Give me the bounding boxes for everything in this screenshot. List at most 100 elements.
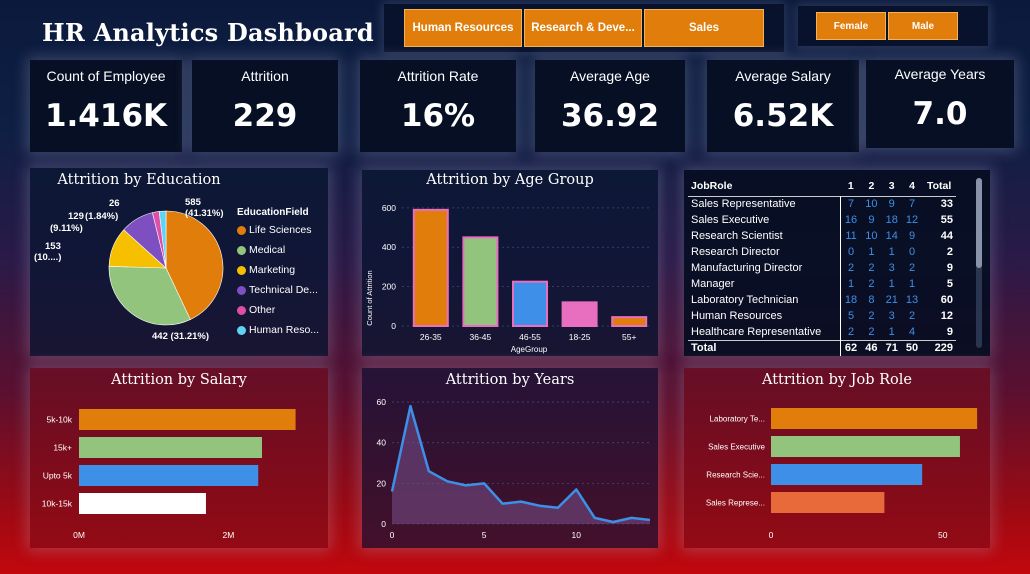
bar-age-26-35[interactable] bbox=[412, 208, 449, 327]
bar-jobrole-laboratory-te-[interactable] bbox=[771, 408, 978, 429]
legend-item-marketing[interactable]: Marketing bbox=[237, 264, 295, 276]
matrix-row[interactable]: Healthcare Representative 2 2 1 4 9 bbox=[688, 324, 956, 340]
y-tick-label: 0 bbox=[381, 519, 386, 529]
matrix-cell: 55 bbox=[940, 214, 953, 226]
y-tick-label: 400 bbox=[382, 242, 396, 252]
kpi-value: 1.416K bbox=[44, 98, 168, 134]
pie-label-technical-value: 129 bbox=[68, 211, 84, 222]
matrix-row[interactable]: Sales Representative 7 10 9 7 33 bbox=[688, 196, 956, 212]
legend-item-other[interactable]: Other bbox=[237, 304, 275, 316]
kpi-value: 7.0 bbox=[912, 96, 968, 132]
salary-bar-chart: 5k-10k 15k+ Upto 5k 10k-15k 0M 2M bbox=[42, 409, 296, 540]
matrix-cell: 7 bbox=[839, 196, 862, 212]
matrix-cell: 9 bbox=[946, 262, 953, 274]
bar-age-18-25[interactable] bbox=[561, 301, 598, 328]
matrix-cell: 10 bbox=[865, 230, 878, 242]
matrix-cell: 9 bbox=[946, 325, 953, 338]
matrix-cell: 5 bbox=[946, 278, 953, 290]
matrix-cell: 9 bbox=[868, 214, 875, 226]
slicer-sales[interactable]: Sales bbox=[644, 9, 764, 47]
matrix-row[interactable]: Research Director 0 1 1 0 2 bbox=[688, 244, 956, 260]
y-axis-label: Count of Attrition bbox=[365, 270, 374, 325]
years-area-fill bbox=[392, 406, 650, 524]
kpi-card-average-salary: Average Salary 6.52K bbox=[707, 60, 859, 152]
bar-age-46-55[interactable] bbox=[512, 280, 548, 327]
matrix-cell: 11 bbox=[839, 228, 862, 244]
slicer-male[interactable]: Male bbox=[888, 12, 958, 40]
legend-item-life-sciences[interactable]: Life Sciences bbox=[237, 224, 311, 236]
matrix-cell: 1 bbox=[888, 246, 895, 258]
bar-salary-upto-5k[interactable] bbox=[79, 465, 259, 486]
matrix-cell: 1 bbox=[888, 325, 895, 338]
matrix-cell: 8 bbox=[868, 294, 875, 306]
matrix-row[interactable]: Laboratory Technician 18 8 21 13 60 bbox=[688, 292, 956, 308]
legend-label: Human Reso... bbox=[249, 324, 320, 336]
matrix-row[interactable]: Manufacturing Director 2 2 3 2 9 bbox=[688, 260, 956, 276]
slicer-research-development[interactable]: Research & Deve... bbox=[524, 9, 642, 47]
y-tick-label: 0 bbox=[391, 321, 396, 331]
jobrole-chart-card: Attrition by Job Role Laboratory Te... Sa… bbox=[684, 368, 990, 548]
x-tick-label: 5 bbox=[482, 530, 487, 540]
matrix-header-jobrole[interactable]: JobRole bbox=[688, 176, 840, 196]
matrix-row-label: Human Resources bbox=[691, 310, 783, 322]
matrix-cell: 5 bbox=[839, 308, 862, 324]
scrollbar-thumb[interactable] bbox=[976, 178, 982, 268]
legend-label: Other bbox=[249, 304, 276, 316]
matrix-cell: 9 bbox=[908, 230, 916, 242]
legend-dot-icon bbox=[237, 325, 246, 335]
kpi-label: Count of Employee bbox=[46, 68, 166, 84]
matrix-cell: 2 bbox=[908, 310, 916, 322]
matrix-total-cell: 229 bbox=[934, 342, 953, 355]
y-category-label: Laboratory Te... bbox=[710, 415, 765, 424]
y-category-label: Upto 5k bbox=[43, 471, 73, 481]
matrix-total-cell: 50 bbox=[905, 342, 919, 355]
kpi-label: Average Salary bbox=[735, 68, 831, 84]
matrix-row[interactable]: Manager 1 2 1 1 5 bbox=[688, 276, 956, 292]
matrix-row[interactable]: Sales Executive 16 9 18 12 55 bbox=[688, 212, 956, 228]
pie-label-human-resources: 26 bbox=[109, 198, 120, 209]
slicer-human-resources[interactable]: Human Resources bbox=[404, 9, 522, 47]
matrix-total-row: Total 62 46 71 50 229 bbox=[688, 340, 956, 356]
x-tick-label: 0 bbox=[390, 530, 395, 540]
legend-dot-icon bbox=[237, 285, 246, 295]
matrix-header-2: 2 bbox=[868, 179, 875, 192]
bar-salary-15k-[interactable] bbox=[79, 437, 262, 458]
jobrole-bar-chart: Laboratory Te... Sales Executive Research … bbox=[706, 408, 978, 540]
y-category-label: Research Scie... bbox=[706, 471, 765, 480]
x-tick-label: 18-25 bbox=[569, 332, 591, 342]
bar-salary-5k-10k[interactable] bbox=[79, 409, 296, 430]
bar-age-55+[interactable] bbox=[611, 316, 648, 327]
slicer-female[interactable]: Female bbox=[816, 12, 886, 40]
bar-age-36-45[interactable] bbox=[462, 236, 499, 327]
matrix-row-label: Manufacturing Director bbox=[691, 262, 803, 274]
bar-jobrole-research-scie-[interactable] bbox=[771, 464, 923, 485]
bar-jobrole-sales-executive[interactable] bbox=[771, 436, 960, 457]
matrix-row-label: Healthcare Representative bbox=[691, 325, 822, 338]
legend-dot-icon bbox=[237, 305, 246, 315]
kpi-card-attrition-rate: Attrition Rate 16% bbox=[360, 60, 516, 152]
matrix-total-label: Total bbox=[691, 342, 717, 355]
matrix-row[interactable]: Human Resources 5 2 3 2 12 bbox=[688, 308, 956, 324]
matrix-cell: 44 bbox=[940, 230, 953, 242]
jobrole-matrix: JobRole 1 2 3 4 Total Sales Representati… bbox=[688, 176, 956, 356]
matrix-cell: 1 bbox=[888, 278, 895, 290]
legend-label: Marketing bbox=[249, 264, 296, 276]
matrix-cell: 10 bbox=[865, 198, 878, 211]
kpi-value: 6.52K bbox=[732, 98, 834, 134]
legend-item-technical-degree[interactable]: Technical De... bbox=[237, 284, 318, 296]
matrix-scrollbar[interactable] bbox=[976, 178, 982, 348]
matrix-row-label: Sales Representative bbox=[691, 198, 796, 211]
matrix-cell: 12 bbox=[940, 310, 953, 322]
matrix-header-1: 1 bbox=[847, 179, 854, 192]
matrix-header-3: 3 bbox=[888, 179, 895, 192]
matrix-cell: 1 bbox=[839, 276, 862, 292]
matrix-row[interactable]: Research Scientist 11 10 14 9 44 bbox=[688, 228, 956, 244]
matrix-header-4: 4 bbox=[909, 179, 915, 192]
bar-salary-10k-15k[interactable] bbox=[79, 493, 206, 514]
matrix-row-label: Research Scientist bbox=[691, 230, 783, 242]
matrix-cell: 60 bbox=[940, 294, 953, 306]
legend-item-human-resources[interactable]: Human Reso... bbox=[237, 324, 319, 336]
bar-jobrole-sales-represe-[interactable] bbox=[771, 492, 885, 513]
legend-item-medical[interactable]: Medical bbox=[237, 244, 285, 256]
matrix-row-label: Manager bbox=[691, 278, 735, 290]
